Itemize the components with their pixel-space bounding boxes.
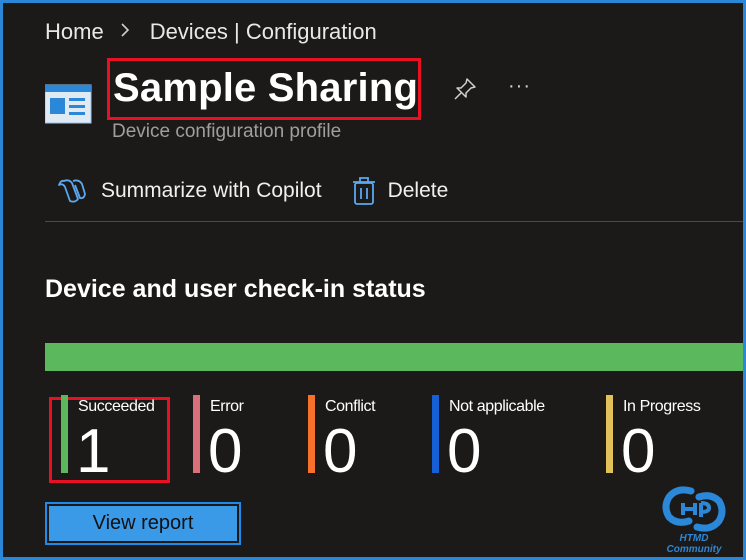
delete-button[interactable]: Delete bbox=[352, 176, 449, 206]
stat-color-bar bbox=[432, 395, 439, 473]
stat-label: In Progress bbox=[623, 398, 701, 415]
stat-color-bar bbox=[308, 395, 315, 473]
chevron-right-icon bbox=[120, 22, 130, 42]
stat-color-bar bbox=[193, 395, 200, 473]
stat-value: 0 bbox=[621, 417, 656, 486]
breadcrumb-devices-configuration[interactable]: Devices | Configuration bbox=[150, 19, 377, 45]
stat-value: 0 bbox=[323, 417, 358, 486]
view-report-button[interactable]: View report bbox=[45, 502, 241, 545]
stat-value: 0 bbox=[208, 417, 243, 486]
stat-label: Not applicable bbox=[449, 398, 545, 415]
breadcrumb-home[interactable]: Home bbox=[45, 19, 104, 45]
stat-color-bar bbox=[606, 395, 613, 473]
stat-label: Succeeded bbox=[78, 398, 155, 415]
status-progress-bar bbox=[45, 343, 743, 371]
delete-label: Delete bbox=[387, 179, 449, 202]
toolbar: Summarize with Copilot Delete bbox=[55, 176, 448, 206]
more-options-icon[interactable]: ··· bbox=[508, 75, 531, 98]
trash-icon bbox=[352, 177, 375, 205]
section-title: Device and user check-in status bbox=[45, 275, 426, 303]
copilot-icon bbox=[58, 179, 86, 203]
summarize-label: Summarize with Copilot bbox=[101, 179, 322, 202]
page-subtitle: Device configuration profile bbox=[112, 121, 342, 142]
watermark-text: HTMD Community bbox=[666, 533, 722, 555]
stat-label: Error bbox=[210, 398, 244, 415]
app-frame: Home Devices | Configuration Sample Shar… bbox=[3, 3, 743, 557]
page-title: Sample Sharing bbox=[113, 66, 419, 110]
pin-icon[interactable] bbox=[452, 76, 478, 102]
device-configuration-icon bbox=[44, 83, 93, 125]
summarize-with-copilot-button[interactable]: Summarize with Copilot bbox=[55, 177, 322, 205]
stat-label: Conflict bbox=[325, 398, 376, 415]
view-report-label: View report bbox=[49, 506, 237, 541]
breadcrumb: Home Devices | Configuration bbox=[45, 19, 377, 45]
toolbar-divider bbox=[45, 221, 743, 222]
stat-value: 1 bbox=[76, 417, 111, 486]
stat-value: 0 bbox=[447, 417, 482, 486]
stat-color-bar bbox=[61, 395, 68, 473]
